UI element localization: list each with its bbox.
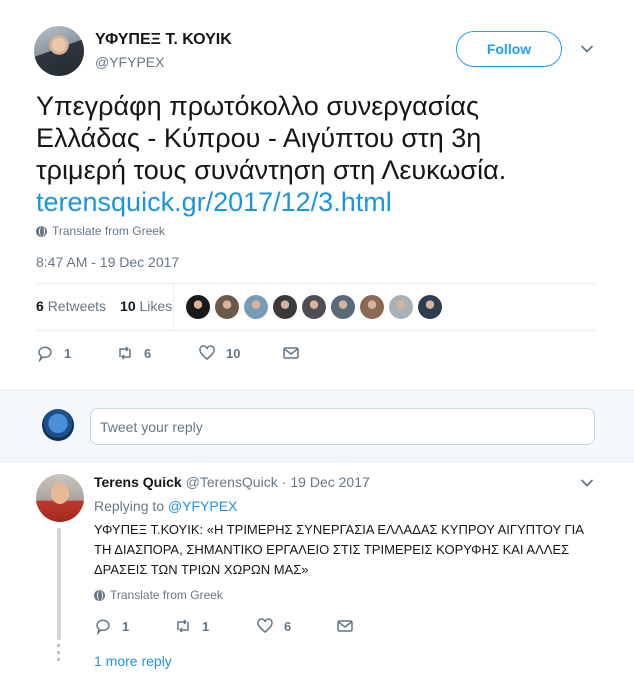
retweet-count: 6 — [144, 345, 152, 361]
reply-text: ΥΦΥΠΕΞ Τ.ΚΟΥΙΚ: «Η ΤΡΙΜΕΡΗΣ ΣΥΝΕΡΓΑΣΙΑ Ε… — [94, 522, 584, 577]
author-handle[interactable]: @YFYPEX — [95, 54, 164, 70]
reply-date[interactable]: 19 Dec 2017 — [290, 474, 369, 490]
liker-avatar[interactable] — [215, 295, 239, 319]
tweet-text: Υπεγράφη πρωτόκολλο συνεργασίας Ελλάδας … — [36, 90, 596, 218]
retweet-icon — [119, 346, 131, 360]
reply-button[interactable]: 1 — [94, 617, 174, 635]
chevron-down-icon[interactable] — [580, 476, 594, 490]
retweet-icon — [177, 619, 189, 633]
liker-avatar[interactable] — [331, 295, 355, 319]
divider — [36, 330, 596, 331]
liker-avatar[interactable] — [273, 295, 297, 319]
tweet-link[interactable]: terensquick.gr/2017/12/3.html — [36, 186, 596, 218]
tweet-actions: 1 6 10 — [36, 344, 310, 362]
tweet-stats: 6 Retweets 10 Likes — [36, 298, 172, 314]
divider — [36, 283, 596, 284]
translate-label: Translate from Greek — [110, 588, 223, 602]
liker-avatar[interactable] — [389, 295, 413, 319]
heart-icon — [199, 345, 215, 360]
author-avatar[interactable] — [34, 26, 84, 76]
envelope-icon — [283, 347, 299, 359]
divider — [173, 284, 174, 330]
translate-link[interactable]: Translate from Greek — [94, 588, 223, 602]
retweet-button[interactable]: 1 — [174, 617, 256, 635]
like-button[interactable]: 6 — [256, 617, 336, 635]
retweet-button[interactable]: 6 — [116, 344, 198, 362]
author-name[interactable]: ΥΦΥΠΕΞ Τ. ΚΟΥΙΚ — [95, 31, 232, 49]
heart-icon — [257, 618, 273, 633]
tweet-text-line: Υπεγράφη πρωτόκολλο συνεργασίας — [36, 91, 480, 121]
globe-icon — [36, 225, 47, 237]
more-replies-link[interactable]: 1 more reply — [94, 653, 172, 669]
reply-count: 1 — [122, 618, 130, 634]
translate-link[interactable]: Translate from Greek — [36, 224, 165, 238]
replying-to: Replying to @YFYPEX — [94, 498, 237, 514]
tweet-timestamp[interactable]: 8:47 AM - 19 Dec 2017 — [36, 254, 179, 270]
envelope-icon — [337, 620, 353, 632]
thread-line — [57, 528, 61, 640]
message-button[interactable] — [336, 617, 364, 635]
liker-avatar[interactable] — [418, 295, 442, 319]
replying-to-handle[interactable]: @YFYPEX — [168, 498, 237, 514]
like-button[interactable]: 10 — [198, 344, 282, 362]
thread-dots — [57, 644, 61, 661]
liker-avatar[interactable] — [244, 295, 268, 319]
reply-button[interactable]: 1 — [36, 344, 116, 362]
reply-author-name[interactable]: Terens Quick — [94, 474, 182, 490]
liker-avatar[interactable] — [360, 295, 384, 319]
like-count: 10 — [226, 345, 241, 361]
like-count: 6 — [284, 618, 292, 634]
liker-avatar[interactable] — [186, 295, 210, 319]
reply-author-handle[interactable]: @TerensQuick — [186, 474, 278, 490]
follow-button[interactable]: Follow — [456, 31, 562, 67]
reply-author-avatar[interactable] — [36, 474, 84, 522]
tweet-text-line: Ελλάδας - Κύπρου - Αιγύπτου στη 3η — [36, 123, 482, 153]
chevron-down-icon[interactable] — [580, 42, 594, 56]
reply-icon — [96, 619, 110, 635]
reply-input[interactable]: Tweet your reply — [90, 408, 595, 445]
globe-icon — [94, 589, 105, 601]
liker-avatar[interactable] — [302, 295, 326, 319]
reply-header: Terens Quick @TerensQuick · 19 Dec 2017 — [94, 474, 370, 490]
retweets-stat[interactable]: 6 Retweets — [36, 298, 106, 314]
liker-avatars — [186, 295, 442, 319]
likes-stat[interactable]: 10 Likes — [120, 298, 172, 314]
retweet-count: 1 — [202, 618, 210, 634]
reply-count: 1 — [64, 345, 72, 361]
message-button[interactable] — [282, 344, 310, 362]
separator: · — [281, 474, 287, 490]
current-user-avatar — [42, 409, 74, 441]
translate-label: Translate from Greek — [52, 224, 165, 238]
reply-icon — [38, 346, 52, 362]
tweet-text-line: τριμερή τους συνάντηση στη Λευκωσία. — [36, 155, 507, 185]
replying-to-label: Replying to — [94, 498, 165, 514]
reply-actions: 1 1 6 — [94, 617, 364, 635]
